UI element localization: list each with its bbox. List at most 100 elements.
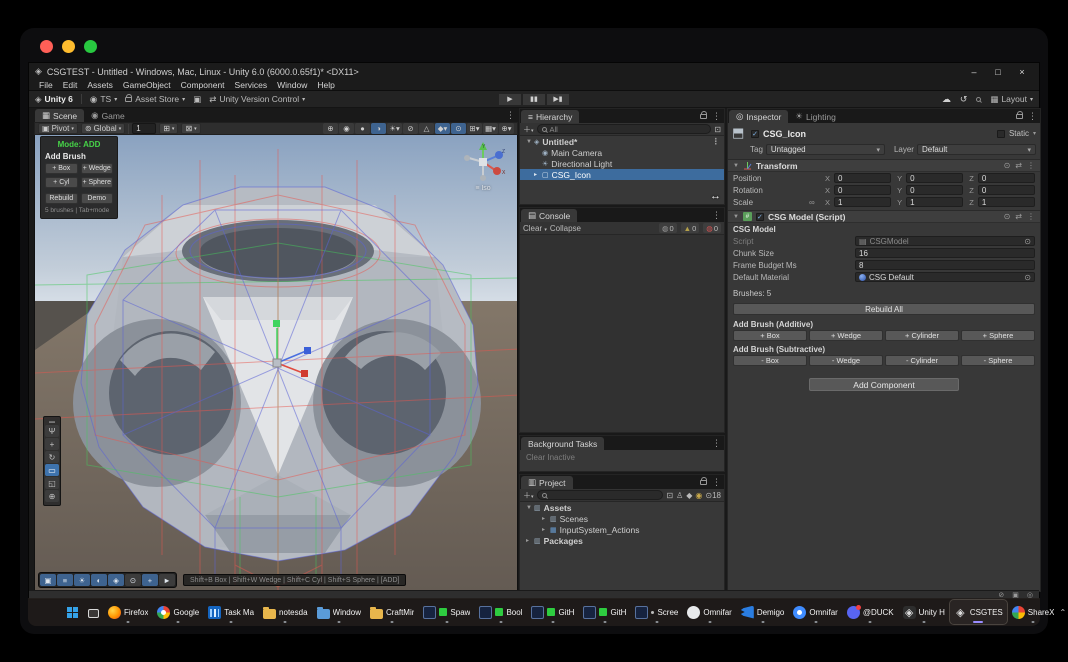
audio-mute-icon[interactable]: ⊘ — [403, 123, 418, 134]
menu-edit[interactable]: Edit — [59, 80, 82, 90]
menu-window[interactable]: Window — [273, 80, 311, 90]
kebab-icon[interactable]: ⋮ — [712, 136, 725, 147]
undo-history-icon[interactable]: ↺ — [960, 94, 968, 105]
error-count-badge[interactable]: ◍0 — [703, 223, 721, 233]
additive-box-button[interactable]: + Box — [733, 330, 807, 341]
project-row-packages[interactable]: ▸▥Packages — [520, 535, 724, 546]
gizmos-dropdown-icon[interactable]: ⊕▾ — [499, 123, 514, 134]
flare-toggle-icon[interactable]: △ — [419, 123, 434, 134]
search-by-type-icon[interactable]: ⊡ — [714, 125, 721, 134]
enabled-checkbox[interactable]: ✓ — [756, 213, 764, 221]
clear-inactive-label[interactable]: Clear Inactive — [520, 450, 724, 465]
subtractive-sphere-button[interactable]: - Sphere — [961, 355, 1035, 366]
version-control-dropdown[interactable]: ⇄Unity Version Control▾ — [209, 94, 305, 105]
pause-button[interactable]: ▮▮ — [522, 93, 546, 106]
open-in-new-icon[interactable]: ⊡ — [666, 491, 673, 500]
fx-dropdown-icon[interactable]: ☀▾ — [387, 123, 402, 134]
add-sphere-button[interactable]: + Sphere — [81, 177, 114, 188]
visibility-count[interactable]: ⊙18 — [705, 491, 721, 500]
kebab-icon[interactable]: ⋮ — [712, 438, 721, 449]
link-scale-icon[interactable]: ∞ — [809, 198, 819, 207]
object-name[interactable]: CSG_Icon — [763, 129, 993, 139]
active-checkbox[interactable]: ✓ — [751, 130, 759, 138]
transform-tool-icon[interactable]: ⊕ — [45, 490, 59, 502]
lock-icon[interactable] — [700, 114, 707, 119]
taskbar-app-github-terminal-2[interactable]: GitH — [579, 600, 630, 624]
pivot-toggle[interactable]: ▣Pivot▾ — [38, 123, 78, 134]
tab-background-tasks[interactable]: Background Tasks — [521, 437, 604, 450]
position-x-field[interactable]: 0 — [834, 173, 891, 183]
lock-icon[interactable] — [700, 480, 707, 485]
kebab-icon[interactable]: ⋮ — [712, 111, 721, 122]
step-button[interactable]: ▶▮ — [546, 93, 570, 106]
subtractive-box-button[interactable]: - Box — [733, 355, 807, 366]
default-material-field[interactable]: CSG Default⊙ — [855, 272, 1035, 282]
task-view-button[interactable] — [84, 600, 103, 624]
taskbar-app-demigo[interactable]: Demigo — [737, 600, 789, 624]
rotate-tool-icon[interactable]: ↻ — [45, 451, 59, 463]
taskbar-app-spaw-terminal[interactable]: Spaw — [419, 600, 474, 624]
send-overlay-icon[interactable]: ► — [159, 574, 175, 586]
start-button[interactable] — [62, 600, 83, 624]
rotation-y-field[interactable]: 0 — [906, 185, 963, 195]
package-manager-icon[interactable]: ▣ — [193, 94, 201, 105]
rebuild-button[interactable]: Rebuild — [45, 193, 78, 204]
paint-overlay-icon[interactable]: ◈ — [108, 574, 124, 586]
object-picker-icon[interactable]: ⊙ — [1024, 237, 1031, 246]
menu-services[interactable]: Services — [231, 80, 272, 90]
scale-x-field[interactable]: 1 — [834, 197, 891, 207]
menu-help[interactable]: Help — [313, 80, 338, 90]
tab-scene[interactable]: ▦Scene — [35, 109, 84, 122]
taskbar-app-firefox[interactable]: Firefox — [104, 600, 152, 624]
move-overlay-icon[interactable]: + — [142, 574, 158, 586]
taskbar-app-screen-terminal[interactable]: Scree — [631, 600, 682, 624]
add-component-button[interactable]: Add Component — [809, 378, 959, 391]
help-icon[interactable]: ⊙ — [1004, 161, 1011, 170]
taskbar-app-notes-folder[interactable]: notesda — [259, 600, 311, 624]
frame-budget-field[interactable]: 8 — [855, 260, 1035, 270]
grid-snap-dropdown[interactable]: ⊞▾ — [159, 123, 178, 134]
info-count-badge[interactable]: ◍0 — [659, 223, 677, 233]
minimize-traffic-icon[interactable] — [62, 40, 75, 53]
script-object-field[interactable]: ▤CSGModel⊙ — [855, 236, 1035, 246]
subtractive-cylinder-button[interactable]: - Cylinder — [885, 355, 959, 366]
object-picker-icon[interactable]: ⊙ — [1024, 273, 1031, 282]
add-wedge-button[interactable]: + Wedge — [81, 163, 114, 174]
scale-z-field[interactable]: 1 — [978, 197, 1035, 207]
kebab-icon[interactable]: ⋮ — [712, 477, 721, 488]
subtractive-wedge-button[interactable]: - Wedge — [809, 355, 883, 366]
transform-header[interactable]: ▼ Transform ⊙⇄⋮ — [728, 159, 1040, 172]
minimize-icon[interactable]: – — [963, 65, 985, 78]
console-log-area[interactable] — [520, 235, 724, 432]
create-add-button[interactable]: ＋▾ — [523, 490, 534, 501]
taskbar-app-bool-terminal[interactable]: Bool — [475, 600, 526, 624]
additive-wedge-button[interactable]: + Wedge — [809, 330, 883, 341]
taskbar-app-github-terminal-1[interactable]: GitH — [527, 600, 578, 624]
chunk-size-field[interactable]: 16 — [855, 248, 1035, 258]
rect-tool-icon[interactable]: ▭ — [45, 464, 59, 476]
presets-icon[interactable]: ⇄ — [1015, 212, 1022, 221]
kebab-icon[interactable]: ⋮ — [506, 110, 515, 121]
settings-overlay-icon[interactable]: ≡ — [57, 574, 73, 586]
project-search-input[interactable] — [537, 490, 664, 500]
lighting-toggle-icon[interactable]: ● — [355, 123, 370, 134]
tray-expand-icon[interactable]: ⌃ — [1059, 608, 1066, 617]
demo-button[interactable]: Demo — [81, 193, 114, 204]
drag-handle-icon[interactable]: ▬ — [45, 419, 59, 424]
menu-component[interactable]: Component — [177, 80, 229, 90]
taskbar-app-omnifar-2[interactable]: Omnifar — [789, 600, 841, 624]
scale-tool-icon[interactable]: ◱ — [45, 477, 59, 489]
help-icon[interactable]: ⊙ — [1004, 212, 1011, 221]
close-traffic-icon[interactable] — [40, 40, 53, 53]
render-mode-icon[interactable]: ⊕ — [323, 123, 338, 134]
search-icon[interactable] — [976, 97, 981, 102]
image-overlay-icon[interactable]: ▣ — [40, 574, 56, 586]
maximize-icon[interactable]: □ — [987, 65, 1009, 78]
presets-icon[interactable]: ⇄ — [1015, 161, 1022, 170]
tab-game[interactable]: ◉Game — [84, 109, 132, 122]
position-z-field[interactable]: 0 — [978, 173, 1035, 183]
shade-overlay-icon[interactable]: ◐ — [91, 574, 107, 586]
kebab-icon[interactable]: ⋮ — [1028, 111, 1037, 122]
taskbar-app-task-manager[interactable]: Task Ma — [204, 600, 258, 624]
project-row-assets[interactable]: ▼▥Assets — [520, 502, 724, 513]
